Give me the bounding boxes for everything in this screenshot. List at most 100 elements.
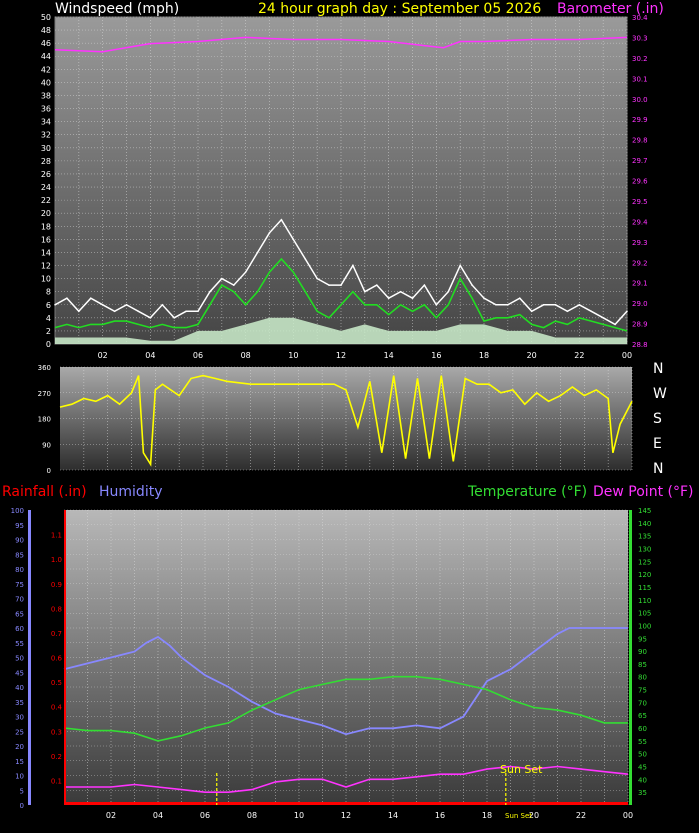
humidity-y-tick-label: 60 — [15, 625, 24, 633]
temperature-y-tick-label: 115 — [638, 584, 651, 592]
temperature-y-tick-label: 145 — [638, 507, 651, 515]
windspeed-point — [507, 303, 509, 306]
wind-y-tick-label: 18 — [41, 222, 51, 231]
compass-label-w: W — [653, 386, 667, 402]
wind-x-tick-label: 06 — [193, 351, 203, 360]
windspeed-point — [125, 303, 128, 306]
direction-y-tick-label: 90 — [42, 441, 51, 449]
windspeed-point — [554, 303, 557, 306]
compass-label-n-bottom: N — [653, 461, 663, 477]
wind-y-tick-label: 2 — [46, 327, 51, 336]
climate-x-tick-label: 06 — [200, 811, 210, 820]
temperature-y-tick-label: 120 — [638, 571, 651, 579]
windspeed-point — [602, 317, 604, 319]
temperature-axis-label: Temperature (°F) — [467, 484, 587, 500]
wind-x-tick-label: 08 — [241, 351, 251, 360]
windspeed-point — [578, 303, 581, 306]
rain-baseline — [64, 802, 628, 805]
wind-y-tick-label: 14 — [41, 248, 51, 257]
windspeed-point — [495, 303, 497, 306]
temperature-y-tick-label: 50 — [638, 751, 647, 759]
temperature-y-tick-label: 140 — [638, 520, 651, 528]
humidity-y-tick-label: 10 — [15, 773, 24, 781]
humidity-y-tick-label: 80 — [15, 566, 24, 574]
humidity-y-tick-label: 90 — [15, 537, 24, 545]
wind-y-tick-label: 36 — [41, 105, 51, 114]
windspeed-point — [375, 284, 378, 286]
temperature-y-tick-label: 100 — [638, 622, 651, 630]
humidity-y-tick-label: 0 — [20, 802, 24, 810]
humidity-y-tick-label: 95 — [15, 522, 24, 530]
rain-y-tick-label: 0.2 — [51, 753, 62, 761]
wind-y-tick-label: 48 — [41, 26, 51, 35]
windspeed-point — [149, 317, 152, 319]
wind-y-tick-label: 16 — [41, 235, 51, 244]
windspeed-point — [173, 317, 175, 319]
wind-y-tick-label: 0 — [46, 340, 51, 349]
temperature-y-tick-label: 95 — [638, 635, 647, 643]
wind-y-tick-label: 38 — [41, 91, 51, 100]
humidity-y-tick-label: 40 — [15, 684, 24, 692]
sun-event-label-lower: Sun Set — [505, 812, 532, 820]
rain-y-tick-label: 0.5 — [51, 679, 62, 687]
wind-x-tick-label: 16 — [431, 351, 441, 360]
humidity-y-tick-label: 65 — [15, 610, 24, 618]
barometer-y-tick-label: 28.8 — [632, 341, 648, 349]
wind-y-tick-label: 20 — [41, 209, 51, 218]
sun-event-label-upper: Sun Set — [500, 763, 543, 776]
wind-y-tick-label: 26 — [41, 170, 51, 179]
windspeed-point — [626, 310, 628, 313]
temperature-y-tick-label: 65 — [638, 712, 647, 720]
wind-y-tick-label: 32 — [41, 131, 51, 140]
wind-x-tick-label: 04 — [145, 351, 155, 360]
compass-label-e: E — [653, 436, 662, 452]
humidity-y-tick-label: 100 — [11, 507, 24, 515]
windspeed-point — [340, 284, 342, 286]
temperature-y-tick-label: 90 — [638, 648, 647, 656]
wind-x-tick-label: 20 — [527, 351, 537, 360]
barometer-y-tick-label: 29.9 — [632, 116, 648, 124]
humidity-y-tick-label: 55 — [15, 640, 24, 648]
windspeed-point — [197, 310, 199, 313]
humidity-y-tick-label: 75 — [15, 581, 24, 589]
barometer-y-tick-label: 30.3 — [632, 34, 648, 42]
climate-x-tick-label: 08 — [247, 811, 257, 820]
humidity-y-tick-label: 70 — [15, 596, 24, 604]
wind-x-tick-label: 00 — [622, 351, 632, 360]
humidity-y-tick-label: 50 — [15, 655, 24, 663]
temperature-y-tick-label: 80 — [638, 674, 647, 682]
direction-y-tick-label: 360 — [38, 364, 51, 372]
barometer-y-tick-label: 29.8 — [632, 137, 648, 145]
temperature-y-tick-label: 40 — [638, 776, 647, 784]
wind-x-tick-label: 02 — [98, 351, 108, 360]
wind-y-tick-label: 40 — [41, 78, 51, 87]
rain-y-tick-label: 1.0 — [51, 556, 62, 564]
windspeed-point — [483, 297, 485, 300]
wind-y-tick-label: 42 — [41, 65, 51, 74]
windspeed-point — [137, 310, 140, 313]
windspeed-point — [66, 297, 68, 300]
barometer-y-tick-label: 29.3 — [632, 239, 648, 247]
humidity-y-tick-label: 30 — [15, 714, 24, 722]
wind-x-tick-label: 22 — [574, 351, 584, 360]
humidity-y-tick-label: 45 — [15, 669, 24, 677]
climate-x-tick-label: 02 — [106, 811, 116, 820]
temperature-y-tick-label: 105 — [638, 610, 651, 618]
temperature-y-tick-label: 70 — [638, 699, 647, 707]
windspeed-point — [113, 310, 116, 313]
wind-x-tick-label: 14 — [384, 351, 394, 360]
humidity-y-tick-label: 15 — [15, 758, 24, 766]
windspeed-point — [244, 271, 247, 273]
temperature-y-tick-label: 55 — [638, 738, 647, 746]
windspeed-point — [566, 310, 569, 313]
wind-y-tick-label: 28 — [41, 157, 51, 166]
climate-x-tick-label: 04 — [153, 811, 163, 820]
windspeed-axis-label: Windspeed (mph) — [55, 1, 179, 17]
windspeed-point — [101, 303, 104, 306]
wind-y-tick-label: 10 — [41, 275, 51, 284]
barometer-y-tick-label: 29.4 — [632, 218, 648, 226]
barometer-y-tick-label: 29.0 — [632, 300, 648, 308]
rainfall-axis-label: Rainfall (.in) — [2, 484, 87, 500]
windspeed-point — [447, 290, 450, 293]
temperature-y-tick-label: 75 — [638, 687, 647, 695]
